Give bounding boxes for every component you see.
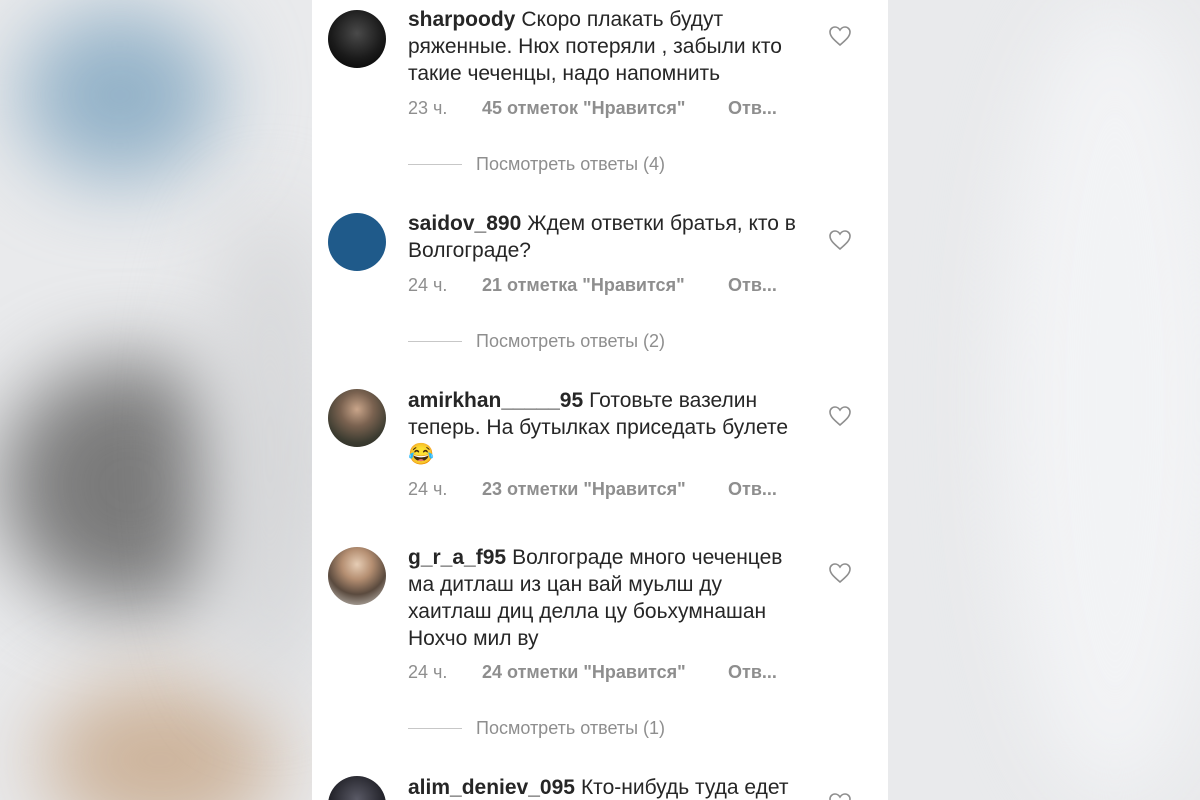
comment-meta: 24 ч. 23 отметки "Нравится" Отв... (408, 479, 777, 500)
comment-text: alim_deniev_095 Кто-нибудь туда едет (408, 774, 808, 800)
view-replies-button[interactable]: Посмотреть ответы (1) (408, 718, 665, 739)
comment-text: amirkhan_____95 Готовьте вазелин теперь. … (408, 387, 808, 468)
comment-time: 23 ч. (408, 98, 448, 118)
likes-count-link[interactable]: 24 отметки "Нравится" (482, 662, 728, 683)
username-link[interactable]: alim_deniev_095 (408, 776, 575, 799)
avatar[interactable] (328, 776, 386, 800)
view-replies-label: Посмотреть ответы (2) (476, 331, 666, 351)
comment-time: 24 ч. (408, 479, 448, 499)
comment-body: Кто-нибудь туда едет (580, 776, 789, 799)
reply-button[interactable]: Отв... (728, 479, 777, 500)
comment-time: 24 ч. (408, 275, 448, 295)
avatar[interactable] (328, 213, 386, 271)
likes-count-link[interactable]: 23 отметки "Нравится" (482, 479, 728, 500)
view-replies-button[interactable]: Посмотреть ответы (2) (408, 331, 665, 352)
avatar[interactable] (328, 547, 386, 605)
heart-icon[interactable] (828, 562, 852, 584)
reply-button[interactable]: Отв... (728, 275, 777, 296)
likes-count-link[interactable]: 21 отметка "Нравится" (482, 275, 728, 296)
avatar[interactable] (328, 389, 386, 447)
view-replies-button[interactable]: Посмотреть ответы (4) (408, 154, 665, 175)
comments-panel[interactable]: sharpoody Скоро плакать будут ряженные. Н… (312, 0, 888, 800)
reply-button[interactable]: Отв... (728, 98, 777, 119)
reply-button[interactable]: Отв... (728, 662, 777, 683)
heart-icon[interactable] (828, 25, 852, 47)
divider-line (408, 164, 462, 165)
comment-meta: 23 ч. 45 отметок "Нравится" Отв... (408, 98, 777, 119)
heart-icon[interactable] (828, 405, 852, 427)
divider-line (408, 728, 462, 729)
username-link[interactable]: sharpoody (408, 8, 515, 31)
view-replies-label: Посмотреть ответы (1) (476, 718, 666, 738)
comment-text: g_r_a_f95 Волгограде много чеченцев ма ди… (408, 544, 808, 652)
heart-icon[interactable] (828, 229, 852, 251)
username-link[interactable]: saidov_890 (408, 212, 521, 235)
comment-meta: 24 ч. 21 отметка "Нравится" Отв... (408, 275, 777, 296)
likes-count-link[interactable]: 45 отметок "Нравится" (482, 98, 728, 119)
divider-line (408, 341, 462, 342)
avatar[interactable] (328, 10, 386, 68)
comment-meta: 24 ч. 24 отметки "Нравится" Отв... (408, 662, 777, 683)
comment-text: saidov_890 Ждем ответки братья, кто в Вол… (408, 210, 808, 264)
heart-icon[interactable] (828, 792, 852, 800)
comment-text: sharpoody Скоро плакать будут ряженные. Н… (408, 6, 808, 87)
comment-time: 24 ч. (408, 662, 448, 682)
view-replies-label: Посмотреть ответы (4) (476, 154, 666, 174)
username-link[interactable]: amirkhan_____95 (408, 389, 583, 412)
username-link[interactable]: g_r_a_f95 (408, 546, 506, 569)
